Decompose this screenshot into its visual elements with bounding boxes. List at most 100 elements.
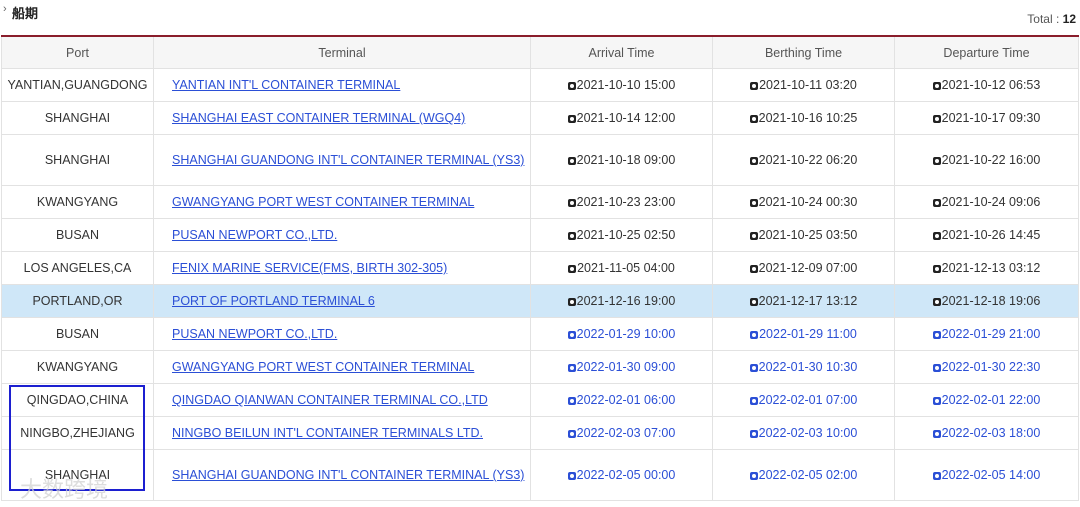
terminal-link[interactable]: NINGBO BEILUN INT'L CONTAINER TERMINALS … (172, 426, 483, 440)
departure-time-cell: 2022-01-29 21:00 (894, 317, 1079, 351)
actual-time-icon (932, 157, 941, 165)
terminal-link[interactable]: PUSAN NEWPORT CO.,LTD. (172, 228, 337, 242)
terminal-link[interactable]: GWANGYANG PORT WEST CONTAINER TERMINAL (172, 360, 474, 374)
actual-time-icon (932, 82, 941, 90)
estimated-time-icon (932, 430, 941, 438)
port-cell: LOS ANGELES,CA (1, 251, 154, 285)
departure-time-cell: 2022-02-05 14:00 (894, 449, 1079, 501)
column-header-arrival: Arrival Time (530, 35, 713, 69)
column-header-departure: Departure Time (894, 35, 1079, 69)
departure-time-cell: 2022-02-01 22:00 (894, 383, 1079, 417)
berthing-time-value: 2021-10-25 03:50 (758, 228, 858, 242)
total-value: 12 (1062, 12, 1076, 26)
arrival-time-value: 2022-02-03 07:00 (576, 426, 676, 440)
departure-time-value: 2021-10-22 16:00 (941, 153, 1041, 167)
departure-time-value: 2022-01-30 22:30 (941, 360, 1041, 374)
section-title: 船期 (12, 7, 39, 22)
departure-time-value: 2022-02-01 22:00 (941, 393, 1041, 407)
table-row: LOS ANGELES,CA FENIX MARINE SERVICE(FMS, … (1, 251, 1079, 285)
terminal-link[interactable]: SHANGHAI GUANDONG INT'L CONTAINER TERMIN… (172, 468, 524, 482)
arrival-time-value: 2021-10-10 15:00 (576, 78, 676, 92)
arrival-time-value: 2022-01-30 09:00 (576, 360, 676, 374)
departure-time-cell: 2021-12-18 19:06 (894, 284, 1079, 318)
berthing-time-cell: 2022-02-05 02:00 (712, 449, 895, 501)
port-cell: YANTIAN,GUANGDONG (1, 68, 154, 102)
arrival-time-cell: 2021-10-10 15:00 (530, 68, 713, 102)
table-row: BUSAN PUSAN NEWPORT CO.,LTD. 2022-01-29 10… (1, 317, 1079, 351)
departure-time-cell: 2022-01-30 22:30 (894, 350, 1079, 384)
table-row: QINGDAO,CHINA QINGDAO QIANWAN CONTAINER T… (1, 383, 1079, 417)
terminal-cell: QINGDAO QIANWAN CONTAINER TERMINAL CO.,L… (153, 383, 531, 417)
estimated-time-icon (932, 331, 941, 339)
berthing-time-value: 2021-10-16 10:25 (758, 111, 858, 125)
berthing-time-value: 2021-12-09 07:00 (758, 261, 858, 275)
terminal-cell: SHANGHAI GUANDONG INT'L CONTAINER TERMIN… (153, 449, 531, 501)
terminal-link[interactable]: GWANGYANG PORT WEST CONTAINER TERMINAL (172, 195, 474, 209)
port-cell: SHANGHAI (1, 449, 154, 501)
terminal-cell: GWANGYANG PORT WEST CONTAINER TERMINAL (153, 350, 531, 384)
berthing-time-cell: 2022-02-01 07:00 (712, 383, 895, 417)
terminal-cell: PUSAN NEWPORT CO.,LTD. (153, 317, 531, 351)
departure-time-cell: 2021-10-12 06:53 (894, 68, 1079, 102)
arrival-time-cell: 2021-10-23 23:00 (530, 185, 713, 219)
arrival-time-cell: 2022-01-29 10:00 (530, 317, 713, 351)
terminal-link[interactable]: PUSAN NEWPORT CO.,LTD. (172, 327, 337, 341)
actual-time-icon (749, 298, 758, 306)
departure-time-cell: 2021-10-17 09:30 (894, 101, 1079, 135)
actual-time-icon (932, 298, 941, 306)
arrival-time-cell: 2021-10-25 02:50 (530, 218, 713, 252)
actual-time-icon (749, 265, 758, 273)
berthing-time-cell: 2022-01-30 10:30 (712, 350, 895, 384)
terminal-cell: YANTIAN INT'L CONTAINER TERMINAL (153, 68, 531, 102)
berthing-time-value: 2022-01-29 11:00 (759, 327, 857, 341)
departure-time-value: 2022-01-29 21:00 (941, 327, 1041, 341)
total-label: Total : (1027, 12, 1063, 26)
berthing-time-value: 2022-02-01 07:00 (758, 393, 858, 407)
actual-time-icon (567, 232, 576, 240)
estimated-time-icon (567, 430, 576, 438)
berthing-time-value: 2021-12-17 13:12 (758, 294, 858, 308)
column-header-port: Port (1, 35, 154, 69)
arrival-time-cell: 2022-02-05 00:00 (530, 449, 713, 501)
actual-time-icon (567, 298, 576, 306)
departure-time-value: 2021-12-13 03:12 (941, 261, 1041, 275)
departure-time-cell: 2021-10-22 16:00 (894, 134, 1079, 186)
arrival-time-value: 2022-01-29 10:00 (576, 327, 676, 341)
terminal-cell: SHANGHAI EAST CONTAINER TERMINAL (WGQ4) (153, 101, 531, 135)
port-cell: QINGDAO,CHINA (1, 383, 154, 417)
estimated-time-icon (932, 397, 941, 405)
berthing-time-value: 2022-02-05 02:00 (758, 468, 858, 482)
actual-time-icon (932, 115, 941, 123)
port-cell: SHANGHAI (1, 101, 154, 135)
departure-time-cell: 2021-10-24 09:06 (894, 185, 1079, 219)
arrival-time-cell: 2021-11-05 04:00 (530, 251, 713, 285)
schedule-table: Port Terminal Arrival Time Berthing Time… (1, 35, 1079, 501)
table-row: PORTLAND,OR PORT OF PORTLAND TERMINAL 6 20… (1, 284, 1079, 318)
berthing-time-cell: 2022-02-03 10:00 (712, 416, 895, 450)
departure-time-value: 2021-10-26 14:45 (941, 228, 1041, 242)
berthing-time-cell: 2021-10-22 06:20 (712, 134, 895, 186)
actual-time-icon (749, 115, 758, 123)
terminal-link[interactable]: SHANGHAI EAST CONTAINER TERMINAL (WGQ4) (172, 111, 465, 125)
terminal-link[interactable]: FENIX MARINE SERVICE(FMS, BIRTH 302-305) (172, 261, 447, 275)
berthing-time-value: 2021-10-24 00:30 (758, 195, 858, 209)
terminal-link[interactable]: PORT OF PORTLAND TERMINAL 6 (172, 294, 375, 308)
actual-time-icon (750, 82, 759, 90)
berthing-time-value: 2021-10-22 06:20 (758, 153, 858, 167)
column-header-berthing: Berthing Time (712, 35, 895, 69)
actual-time-icon (567, 82, 576, 90)
actual-time-icon (567, 115, 576, 123)
departure-time-cell: 2022-02-03 18:00 (894, 416, 1079, 450)
arrival-time-value: 2021-10-23 23:00 (576, 195, 676, 209)
arrival-time-cell: 2022-01-30 09:00 (530, 350, 713, 384)
berthing-time-value: 2022-01-30 10:30 (758, 360, 858, 374)
terminal-link[interactable]: YANTIAN INT'L CONTAINER TERMINAL (172, 78, 400, 92)
port-cell: KWANGYANG (1, 350, 154, 384)
actual-time-icon (749, 157, 758, 165)
terminal-link[interactable]: SHANGHAI GUANDONG INT'L CONTAINER TERMIN… (172, 153, 524, 167)
terminal-link[interactable]: QINGDAO QIANWAN CONTAINER TERMINAL CO.,L… (172, 393, 488, 407)
estimated-time-icon (567, 472, 576, 480)
berthing-time-cell: 2021-12-17 13:12 (712, 284, 895, 318)
terminal-cell: PORT OF PORTLAND TERMINAL 6 (153, 284, 531, 318)
berthing-time-cell: 2022-01-29 11:00 (712, 317, 895, 351)
